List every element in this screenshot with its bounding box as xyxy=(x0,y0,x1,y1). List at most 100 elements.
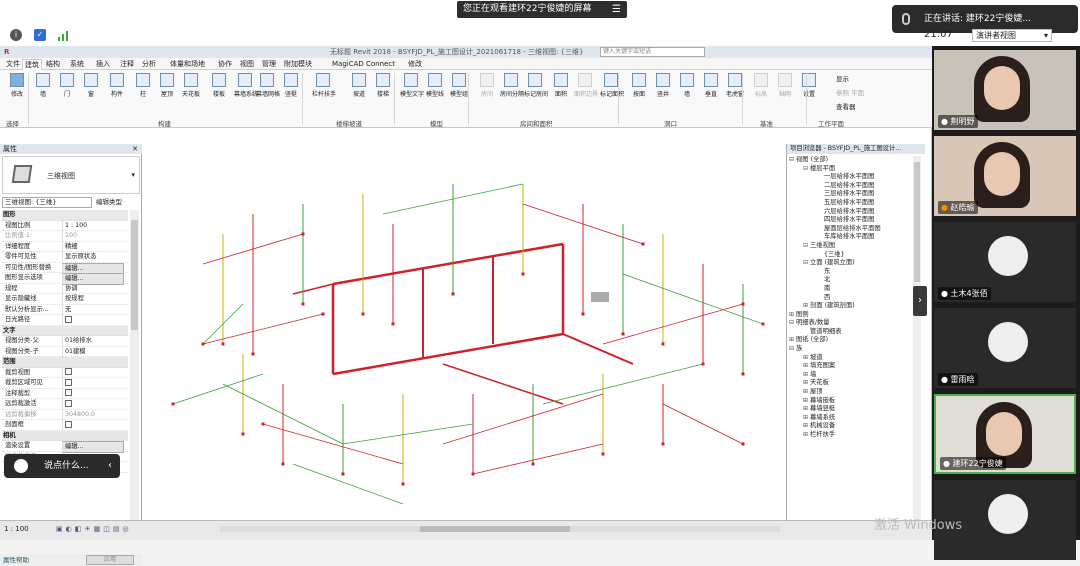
view-scale[interactable]: 1 : 100 xyxy=(4,524,29,534)
browser-node[interactable]: {三维} xyxy=(789,251,911,260)
expand-icon[interactable]: ⊞ xyxy=(803,422,810,431)
participant-tile[interactable]: ● 土木4张佰 xyxy=(934,222,1076,302)
expand-icon[interactable]: ⊞ xyxy=(803,354,810,363)
tab-0[interactable]: 文件 xyxy=(4,59,22,69)
checkbox[interactable] xyxy=(65,420,72,428)
expand-icon[interactable]: ⊞ xyxy=(803,405,810,414)
ribbon-button-31[interactable]: 设置 xyxy=(798,73,820,98)
tab-7[interactable]: 体量和场地 xyxy=(168,59,207,69)
browser-node[interactable]: ⊞ 填充图案 xyxy=(789,362,911,371)
property-section[interactable]: 范围 xyxy=(2,357,128,368)
expand-icon[interactable]: ⊞ xyxy=(803,397,810,406)
ribbon-button-2[interactable]: 门 xyxy=(56,73,78,98)
tab-12[interactable]: MagiCAD Connect xyxy=(330,59,397,69)
expand-icon[interactable]: ⊞ xyxy=(803,371,810,380)
collapse-icon[interactable]: ⊟ xyxy=(789,319,796,328)
emoji-icon[interactable] xyxy=(14,459,28,473)
checkbox[interactable] xyxy=(65,315,72,323)
property-value[interactable]: 协调 xyxy=(62,283,124,294)
browser-node[interactable]: 西 xyxy=(789,294,911,303)
properties-scrollbar[interactable] xyxy=(130,210,139,524)
browser-node[interactable]: ⊞ 图例 xyxy=(789,311,911,320)
tab-5[interactable]: 注释 xyxy=(118,59,136,69)
browser-node[interactable]: ⊞ 屋顶 xyxy=(789,388,911,397)
property-section[interactable]: 文字 xyxy=(2,325,128,336)
property-value[interactable] xyxy=(62,378,124,388)
browser-node[interactable]: ⊟ 族 xyxy=(789,345,911,354)
ribbon-button-8[interactable]: 楼板 xyxy=(208,73,230,98)
edit-type-button[interactable]: 编辑类型 xyxy=(96,197,122,208)
browser-node[interactable]: ⊞ 栏杆扶手 xyxy=(789,431,911,440)
tab-6[interactable]: 分析 xyxy=(140,59,158,69)
ribbon-button-11[interactable]: 竖梃 xyxy=(280,73,302,98)
browser-node[interactable]: ⊞ 幕墙系统 xyxy=(789,414,911,423)
tab-9[interactable]: 视图 xyxy=(238,59,256,69)
help-search-input[interactable]: 键入关键字或短语 xyxy=(600,47,705,57)
property-value[interactable]: 无 xyxy=(62,304,124,315)
ribbon-button-10[interactable]: 幕墙网格 xyxy=(256,73,280,98)
revit-logo-icon[interactable]: R xyxy=(4,46,9,58)
expand-icon[interactable]: ⊞ xyxy=(789,336,796,345)
browser-node[interactable]: 一层给排水平面图 xyxy=(789,173,911,182)
ribbon-button-20[interactable]: 标记房间 xyxy=(524,73,548,98)
browser-node[interactable]: ⊞ 剖面 (建筑剖面) xyxy=(789,302,911,311)
property-value[interactable]: 精细 xyxy=(62,241,124,252)
ribbon-button-29[interactable]: 标高 xyxy=(750,73,772,98)
browser-node[interactable]: ⊞ 坡道 xyxy=(789,354,911,363)
property-value[interactable] xyxy=(62,367,124,378)
property-value[interactable] xyxy=(62,315,124,325)
collapse-icon[interactable]: ‹ xyxy=(108,454,112,478)
browser-node[interactable]: 北 xyxy=(789,276,911,285)
property-value[interactable] xyxy=(62,420,124,430)
ribbon-button-25[interactable]: 竖井 xyxy=(652,73,674,98)
collapse-icon[interactable]: ⊟ xyxy=(789,345,796,354)
chat-input-bubble[interactable]: 说点什么... ‹ xyxy=(4,454,120,478)
property-section[interactable]: 相机 xyxy=(2,430,128,441)
collapse-icon[interactable]: ⊟ xyxy=(803,242,810,251)
ribbon-button-12[interactable]: 栏杆扶手 xyxy=(312,73,336,98)
ribbon-button-6[interactable]: 屋顶 xyxy=(156,73,178,98)
tab-8[interactable]: 协作 xyxy=(216,59,234,69)
view-instance-select[interactable]: 三维视图: {三维} xyxy=(2,197,92,208)
browser-scrollbar[interactable] xyxy=(913,156,921,524)
ribbon-button-27[interactable]: 垂直 xyxy=(700,73,722,98)
property-value[interactable]: 100 xyxy=(62,231,124,241)
expand-icon[interactable]: ⊞ xyxy=(789,311,796,320)
browser-node[interactable]: 三层给排水平面图 xyxy=(789,190,911,199)
tab-3[interactable]: 系统 xyxy=(68,59,86,69)
ribbon-button-19[interactable]: 房间分隔 xyxy=(500,73,524,98)
checkbox[interactable] xyxy=(65,399,72,407)
tab-11[interactable]: 附加模块 xyxy=(282,59,314,69)
browser-node[interactable]: 南 xyxy=(789,285,911,294)
browser-node[interactable]: ⊟ 视图 (全部) xyxy=(789,156,911,165)
view-control-icons[interactable]: ▣◐◧☀▦◫▤◎ xyxy=(56,524,132,534)
ribbon-button-9[interactable]: 幕墙系统 xyxy=(234,73,258,98)
type-selector[interactable]: 三维视图 ▾ xyxy=(2,156,140,194)
property-value[interactable] xyxy=(62,399,124,409)
ribbon-button-22[interactable]: 面积边界 xyxy=(574,73,598,98)
tab-10[interactable]: 管理 xyxy=(260,59,278,69)
ribbon-button-5[interactable]: 柱 xyxy=(132,73,154,98)
property-value[interactable]: 01建模 xyxy=(62,346,124,357)
expand-icon[interactable]: ⊞ xyxy=(803,388,810,397)
browser-node[interactable]: 五层给排水平面图 xyxy=(789,199,911,208)
property-value[interactable]: 01给排水 xyxy=(62,336,124,346)
collapse-icon[interactable]: ⊟ xyxy=(789,156,796,165)
tab-2[interactable]: 结构 xyxy=(44,59,62,69)
ribbon-button-21[interactable]: 面积 xyxy=(550,73,572,98)
browser-node[interactable]: 六层给排水平面图 xyxy=(789,208,911,217)
browser-node[interactable]: ⊟ 楼层平面 xyxy=(789,165,911,174)
browser-node[interactable]: ⊟ 明细表/数量 xyxy=(789,319,911,328)
browser-node[interactable]: ⊞ 图纸 (全部) xyxy=(789,336,911,345)
property-value[interactable]: 304800.0 xyxy=(62,409,124,420)
expand-icon[interactable]: ⊞ xyxy=(803,302,810,311)
tab-13[interactable]: 修改 xyxy=(406,59,424,69)
view-mode-select[interactable]: 演讲者视图 ▾ xyxy=(972,29,1052,42)
ribbon-button-3[interactable]: 窗 xyxy=(80,73,102,98)
browser-node[interactable]: ⊞ 幕墙嵌板 xyxy=(789,397,911,406)
ribbon-button-17[interactable]: 模型组 xyxy=(448,73,470,98)
tab-1[interactable]: 建筑 xyxy=(22,59,42,70)
property-value[interactable]: 显示原状态 xyxy=(62,252,124,262)
participant-tile[interactable]: ● 荆明野 xyxy=(934,50,1076,130)
property-value[interactable]: 1 : 100 xyxy=(62,220,124,231)
